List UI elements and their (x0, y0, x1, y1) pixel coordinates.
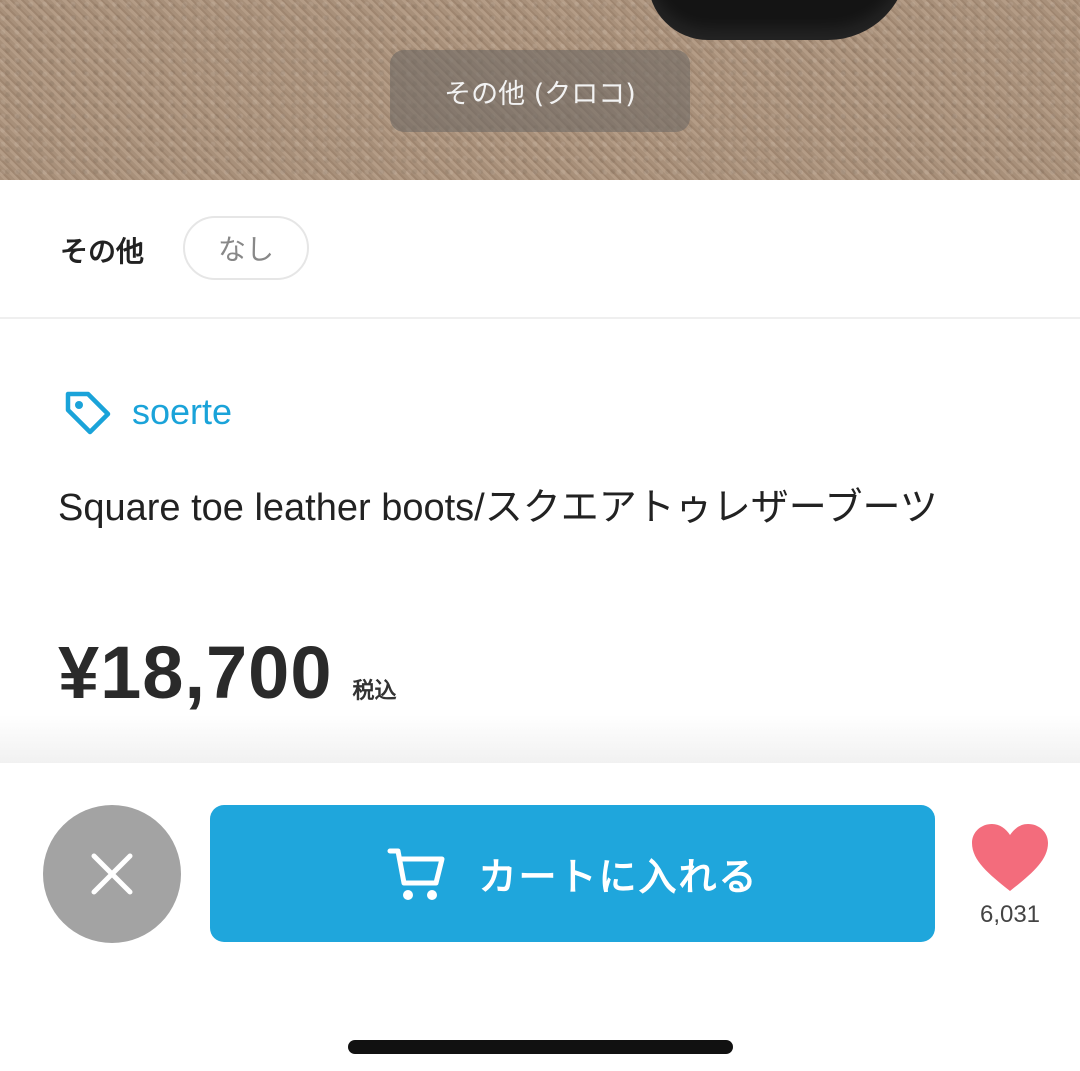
close-button[interactable] (43, 805, 181, 943)
brand-name[interactable]: soerte (132, 391, 232, 433)
home-indicator[interactable] (348, 1040, 733, 1054)
like-count: 6,031 (979, 901, 1041, 928)
product-photo[interactable]: その他 (クロコ) (0, 0, 1080, 180)
brand-link[interactable]: soerte (62, 386, 232, 438)
heart-icon (972, 824, 1048, 891)
add-to-cart-label: カートに入れる (478, 855, 759, 899)
tax-label: 税込 (352, 679, 397, 704)
cart-icon (387, 848, 445, 900)
option-row: その他 なし (0, 180, 1080, 319)
like-button[interactable]: 6,031 (960, 823, 1060, 933)
option-label: その他 (60, 235, 145, 268)
section-divider (0, 715, 1080, 763)
product-title: Square toe leather boots/スクエアトゥレザーブーツ (58, 487, 938, 529)
price-row: ¥18,700 税込 (58, 630, 397, 715)
close-icon (91, 853, 133, 895)
option-chip-none[interactable]: なし (183, 216, 309, 280)
photo-caption: その他 (クロコ) (390, 50, 690, 132)
boot-image-part (648, 0, 908, 40)
price: ¥18,700 (58, 631, 333, 714)
tag-icon (65, 391, 111, 435)
add-to-cart-button[interactable]: カートに入れる (210, 805, 935, 942)
action-bar: カートに入れる 6,031 (0, 763, 1080, 1071)
